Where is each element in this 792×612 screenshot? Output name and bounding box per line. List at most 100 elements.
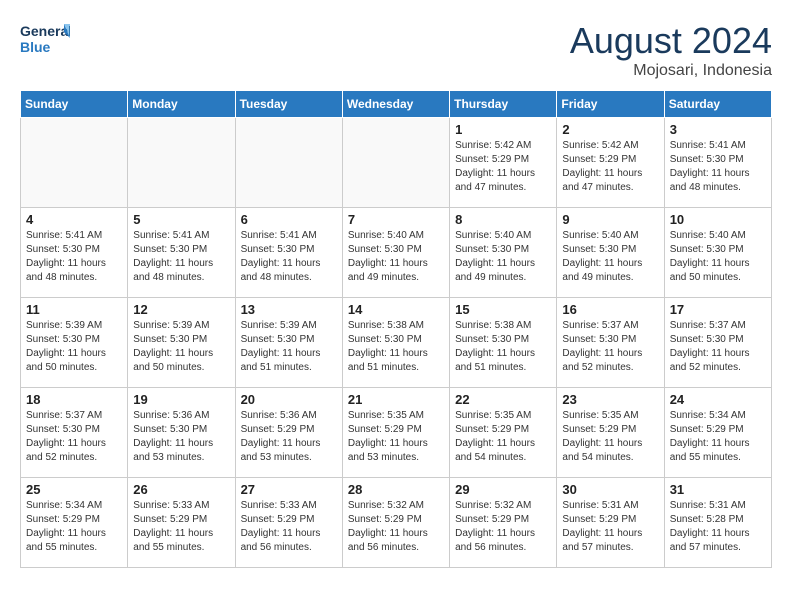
week-row-5: 25 Sunrise: 5:34 AMSunset: 5:29 PMDayligh… — [21, 478, 772, 568]
day-info: Sunrise: 5:31 AMSunset: 5:29 PMDaylight:… — [562, 499, 658, 555]
day-number: 5 — [133, 212, 229, 227]
logo: General Blue — [20, 20, 70, 62]
calendar-cell — [128, 118, 235, 208]
day-number: 22 — [455, 392, 551, 407]
calendar-cell: 28Sunrise: 5:32 AMSunset: 5:29 PMDayligh… — [342, 478, 449, 568]
calendar-cell: 13 Sunrise: 5:39 AMSunset: 5:30 PMDayligh… — [235, 298, 342, 388]
calendar-cell: 8 Sunrise: 5:40 AMSunset: 5:30 PMDaylight… — [450, 208, 557, 298]
calendar-cell: 25 Sunrise: 5:34 AMSunset: 5:29 PMDayligh… — [21, 478, 128, 568]
col-header-saturday: Saturday — [664, 91, 771, 118]
day-number: 26 — [133, 482, 229, 497]
calendar-cell: 23 Sunrise: 5:35 AMSunset: 5:29 PMDayligh… — [557, 388, 664, 478]
day-info: Sunrise: 5:41 AMSunset: 5:30 PMDaylight:… — [241, 229, 337, 285]
calendar-cell: 19Sunrise: 5:36 AMSunset: 5:30 PMDayligh… — [128, 388, 235, 478]
calendar-cell: 15 Sunrise: 5:38 AMSunset: 5:30 PMDayligh… — [450, 298, 557, 388]
logo-svg: General Blue — [20, 20, 70, 62]
day-info: Sunrise: 5:35 AMSunset: 5:29 PMDaylight:… — [348, 409, 444, 465]
day-info: Sunrise: 5:39 AMSunset: 5:30 PMDaylight:… — [241, 319, 337, 375]
page-header: General Blue August 2024 Mojosari, Indon… — [20, 20, 772, 80]
day-info: Sunrise: 5:37 AMSunset: 5:30 PMDaylight:… — [562, 319, 658, 375]
calendar-cell: 26Sunrise: 5:33 AMSunset: 5:29 PMDayligh… — [128, 478, 235, 568]
calendar-cell: 31 Sunrise: 5:31 AMSunset: 5:28 PMDayligh… — [664, 478, 771, 568]
week-row-1: 1 Sunrise: 5:42 AMSunset: 5:29 PMDaylight… — [21, 118, 772, 208]
day-info: Sunrise: 5:40 AMSunset: 5:30 PMDaylight:… — [455, 229, 551, 285]
day-number: 6 — [241, 212, 337, 227]
day-number: 1 — [455, 122, 551, 137]
day-number: 23 — [562, 392, 658, 407]
col-header-tuesday: Tuesday — [235, 91, 342, 118]
day-number: 15 — [455, 302, 551, 317]
calendar-cell: 17 Sunrise: 5:37 AMSunset: 5:30 PMDayligh… — [664, 298, 771, 388]
day-number: 24 — [670, 392, 766, 407]
day-number: 8 — [455, 212, 551, 227]
calendar-cell: 11Sunrise: 5:39 AMSunset: 5:30 PMDayligh… — [21, 298, 128, 388]
day-number: 16 — [562, 302, 658, 317]
location: Mojosari, Indonesia — [570, 62, 772, 80]
svg-text:General: General — [20, 23, 70, 39]
title-area: August 2024 Mojosari, Indonesia — [570, 20, 772, 80]
day-info: Sunrise: 5:35 AMSunset: 5:29 PMDaylight:… — [455, 409, 551, 465]
col-header-thursday: Thursday — [450, 91, 557, 118]
day-number: 27 — [241, 482, 337, 497]
day-number: 30 — [562, 482, 658, 497]
day-info: Sunrise: 5:32 AMSunset: 5:29 PMDaylight:… — [455, 499, 551, 555]
calendar-cell: 21 Sunrise: 5:35 AMSunset: 5:29 PMDayligh… — [342, 388, 449, 478]
day-info: Sunrise: 5:40 AMSunset: 5:30 PMDaylight:… — [670, 229, 766, 285]
week-row-2: 4 Sunrise: 5:41 AMSunset: 5:30 PMDaylight… — [21, 208, 772, 298]
calendar-cell: 16 Sunrise: 5:37 AMSunset: 5:30 PMDayligh… — [557, 298, 664, 388]
day-info: Sunrise: 5:41 AMSunset: 5:30 PMDaylight:… — [133, 229, 229, 285]
day-number: 13 — [241, 302, 337, 317]
day-info: Sunrise: 5:34 AMSunset: 5:29 PMDaylight:… — [26, 499, 122, 555]
calendar-cell: 12Sunrise: 5:39 AMSunset: 5:30 PMDayligh… — [128, 298, 235, 388]
day-number: 21 — [348, 392, 444, 407]
day-info: Sunrise: 5:38 AMSunset: 5:30 PMDaylight:… — [348, 319, 444, 375]
day-info: Sunrise: 5:37 AMSunset: 5:30 PMDaylight:… — [670, 319, 766, 375]
col-header-monday: Monday — [128, 91, 235, 118]
day-info: Sunrise: 5:38 AMSunset: 5:30 PMDaylight:… — [455, 319, 551, 375]
calendar-cell — [21, 118, 128, 208]
calendar-cell — [342, 118, 449, 208]
day-number: 28 — [348, 482, 444, 497]
day-number: 14 — [348, 302, 444, 317]
week-row-4: 18 Sunrise: 5:37 AMSunset: 5:30 PMDayligh… — [21, 388, 772, 478]
day-info: Sunrise: 5:31 AMSunset: 5:28 PMDaylight:… — [670, 499, 766, 555]
calendar-cell: 4Sunrise: 5:41 AMSunset: 5:30 PMDaylight… — [21, 208, 128, 298]
day-info: Sunrise: 5:42 AMSunset: 5:29 PMDaylight:… — [455, 139, 551, 195]
calendar-cell: 14 Sunrise: 5:38 AMSunset: 5:30 PMDayligh… — [342, 298, 449, 388]
day-number: 2 — [562, 122, 658, 137]
day-info: Sunrise: 5:40 AMSunset: 5:30 PMDaylight:… — [562, 229, 658, 285]
day-number: 19 — [133, 392, 229, 407]
calendar-cell: 9 Sunrise: 5:40 AMSunset: 5:30 PMDaylight… — [557, 208, 664, 298]
day-info: Sunrise: 5:42 AMSunset: 5:29 PMDaylight:… — [562, 139, 658, 195]
day-number: 12 — [133, 302, 229, 317]
week-row-3: 11Sunrise: 5:39 AMSunset: 5:30 PMDayligh… — [21, 298, 772, 388]
day-number: 7 — [348, 212, 444, 227]
calendar-cell: 27Sunrise: 5:33 AMSunset: 5:29 PMDayligh… — [235, 478, 342, 568]
calendar-cell: 5 Sunrise: 5:41 AMSunset: 5:30 PMDaylight… — [128, 208, 235, 298]
calendar-cell: 24 Sunrise: 5:34 AMSunset: 5:29 PMDayligh… — [664, 388, 771, 478]
day-info: Sunrise: 5:34 AMSunset: 5:29 PMDaylight:… — [670, 409, 766, 465]
day-number: 29 — [455, 482, 551, 497]
calendar-table: SundayMondayTuesdayWednesdayThursdayFrid… — [20, 90, 772, 568]
day-info: Sunrise: 5:37 AMSunset: 5:30 PMDaylight:… — [26, 409, 122, 465]
day-number: 4 — [26, 212, 122, 227]
calendar-cell: 6 Sunrise: 5:41 AMSunset: 5:30 PMDaylight… — [235, 208, 342, 298]
calendar-cell: 18 Sunrise: 5:37 AMSunset: 5:30 PMDayligh… — [21, 388, 128, 478]
day-number: 17 — [670, 302, 766, 317]
calendar-cell: 2 Sunrise: 5:42 AMSunset: 5:29 PMDaylight… — [557, 118, 664, 208]
calendar-cell: 3Sunrise: 5:41 AMSunset: 5:30 PMDaylight… — [664, 118, 771, 208]
calendar-cell: 20Sunrise: 5:36 AMSunset: 5:29 PMDayligh… — [235, 388, 342, 478]
day-info: Sunrise: 5:35 AMSunset: 5:29 PMDaylight:… — [562, 409, 658, 465]
day-number: 31 — [670, 482, 766, 497]
svg-text:Blue: Blue — [20, 39, 51, 55]
day-number: 9 — [562, 212, 658, 227]
calendar-cell: 22 Sunrise: 5:35 AMSunset: 5:29 PMDayligh… — [450, 388, 557, 478]
calendar-cell: 1 Sunrise: 5:42 AMSunset: 5:29 PMDaylight… — [450, 118, 557, 208]
day-number: 18 — [26, 392, 122, 407]
calendar-cell: 10 Sunrise: 5:40 AMSunset: 5:30 PMDayligh… — [664, 208, 771, 298]
calendar-cell: 30 Sunrise: 5:31 AMSunset: 5:29 PMDayligh… — [557, 478, 664, 568]
header-row: SundayMondayTuesdayWednesdayThursdayFrid… — [21, 91, 772, 118]
calendar-cell: 7Sunrise: 5:40 AMSunset: 5:30 PMDaylight… — [342, 208, 449, 298]
day-number: 10 — [670, 212, 766, 227]
day-number: 25 — [26, 482, 122, 497]
